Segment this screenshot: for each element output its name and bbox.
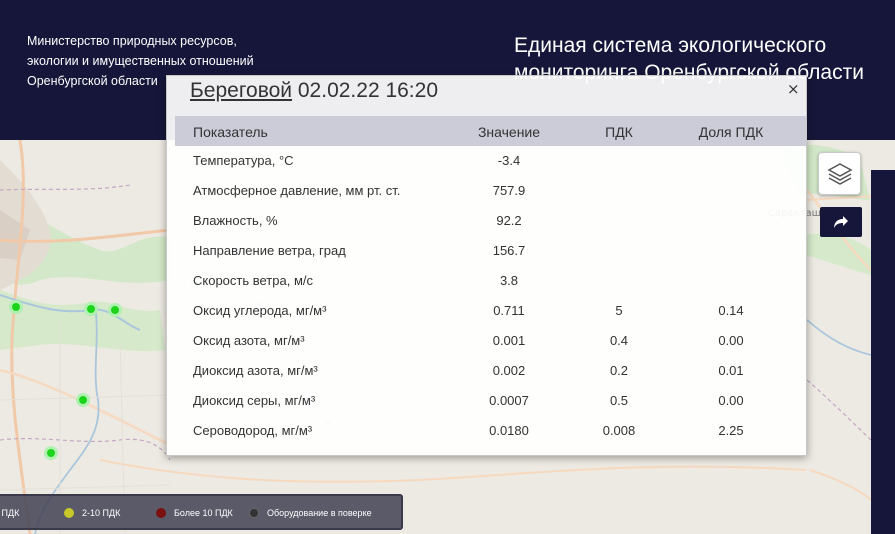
share-button[interactable] xyxy=(820,207,862,237)
legend-dot-gray xyxy=(249,508,259,518)
close-icon[interactable]: × xyxy=(787,80,800,98)
table-row: Температура, °C -3.4 xyxy=(167,146,808,176)
station-popup: Береговой 02.02.22 16:20 × Показатель Зн… xyxy=(166,75,807,456)
station-marker[interactable] xyxy=(9,300,23,314)
indicator-name: Диоксид азота, мг/м³ xyxy=(193,363,318,378)
table-row: Диоксид серы, мг/м³ 0.0007 0.5 0.00 xyxy=(167,386,808,416)
ministry-line: Министерство природных ресурсов, xyxy=(27,34,237,48)
indicator-value: 156.7 xyxy=(492,243,526,258)
legend-label: 2-10 ПДК xyxy=(82,508,121,518)
indicator-share: 0.00 xyxy=(718,393,744,408)
ministry-line: экологии и имущественных отношений xyxy=(27,54,254,68)
table-row: Направление ветра, град 156.7 xyxy=(167,236,808,266)
indicator-pdk: 0.2 xyxy=(609,363,629,378)
indicator-value: 757.9 xyxy=(492,183,526,198)
legend-label: 2 ПДК xyxy=(0,508,20,518)
legend-label: Оборудование в поверке xyxy=(267,508,372,518)
column-header: Значение xyxy=(477,124,541,140)
table-row: Диоксид азота, мг/м³ 0.002 0.2 0.01 xyxy=(167,356,808,386)
legend-item: 2-10 ПДК xyxy=(64,508,120,518)
indicator-name: Температура, °C xyxy=(193,153,294,168)
station-marker[interactable] xyxy=(76,393,90,407)
indicator-share: 0.01 xyxy=(718,363,744,378)
legend-item: Оборудование в поверке xyxy=(249,508,372,518)
legend-dot-yellow xyxy=(64,508,74,518)
column-header: Доля ПДК xyxy=(698,124,764,140)
indicator-pdk: 5 xyxy=(615,303,623,318)
indicator-name: Атмосферное давление, мм рт. ст. xyxy=(193,183,401,198)
indicator-name: Направление ветра, град xyxy=(193,243,346,258)
indicator-share: 0.00 xyxy=(718,333,744,348)
table-header: Показатель Значение ПДК Доля ПДК xyxy=(175,116,806,146)
popup-title: Береговой 02.02.22 16:20 xyxy=(190,79,438,103)
indicator-pdk: 0.008 xyxy=(602,423,636,438)
table-row: Оксид углерода, мг/м³ 0.711 5 0.14 xyxy=(167,296,808,326)
legend-dot-darkred xyxy=(156,508,166,518)
table-row: Скорость ветра, м/с 3.8 xyxy=(167,266,808,296)
indicator-name: Диоксид серы, мг/м³ xyxy=(193,393,316,408)
indicator-value: 0.001 xyxy=(492,333,526,348)
station-marker[interactable] xyxy=(84,302,98,316)
station-marker[interactable] xyxy=(108,303,122,317)
indicator-value: -3.4 xyxy=(497,153,521,168)
station-link[interactable]: Береговой xyxy=(190,79,292,102)
indicator-value: 0.002 xyxy=(492,363,526,378)
system-title-line: Единая система экологического xyxy=(514,34,827,57)
legend-item: 2 ПДК xyxy=(0,508,19,518)
map-legend: 2 ПДК 2-10 ПДК Более 10 ПДК Оборудование… xyxy=(0,494,403,530)
indicator-value: 92.2 xyxy=(496,213,522,228)
indicator-name: Скорость ветра, м/с xyxy=(193,273,313,288)
indicator-value: 3.8 xyxy=(499,273,519,288)
column-header: Показатель xyxy=(193,124,268,140)
layers-button[interactable] xyxy=(818,152,861,195)
station-marker[interactable] xyxy=(44,446,58,460)
indicator-value: 0.711 xyxy=(493,303,525,318)
indicator-name: Влажность, % xyxy=(193,213,278,228)
indicator-pdk: 0.5 xyxy=(609,393,629,408)
indicator-share: 0.14 xyxy=(718,303,744,318)
indicator-value: 0.0180 xyxy=(489,423,529,438)
share-arrow-icon xyxy=(834,216,848,228)
popup-datetime: 02.02.22 16:20 xyxy=(297,79,439,102)
table-row: Атмосферное давление, мм рт. ст. 757.9 xyxy=(167,176,808,206)
legend-item: Более 10 ПДК xyxy=(156,508,233,518)
indicator-share: 2.25 xyxy=(718,423,744,438)
map-side-panel xyxy=(871,170,895,534)
indicator-value: 0.0007 xyxy=(489,393,529,408)
column-header: ПДК xyxy=(605,124,633,140)
layers-icon xyxy=(826,162,853,185)
indicator-name: Сероводород, мг/м³ xyxy=(193,423,313,438)
indicator-name: Оксид азота, мг/м³ xyxy=(193,333,305,348)
table-row: Влажность, % 92.2 xyxy=(167,206,808,236)
indicator-pdk: 0.4 xyxy=(609,333,629,348)
legend-label: Более 10 ПДК xyxy=(174,508,233,518)
table-row: Оксид азота, мг/м³ 0.001 0.4 0.00 xyxy=(167,326,808,356)
table-row: Сероводород, мг/м³ 0.0180 0.008 2.25 xyxy=(167,416,808,446)
indicator-name: Оксид углерода, мг/м³ xyxy=(193,303,327,318)
